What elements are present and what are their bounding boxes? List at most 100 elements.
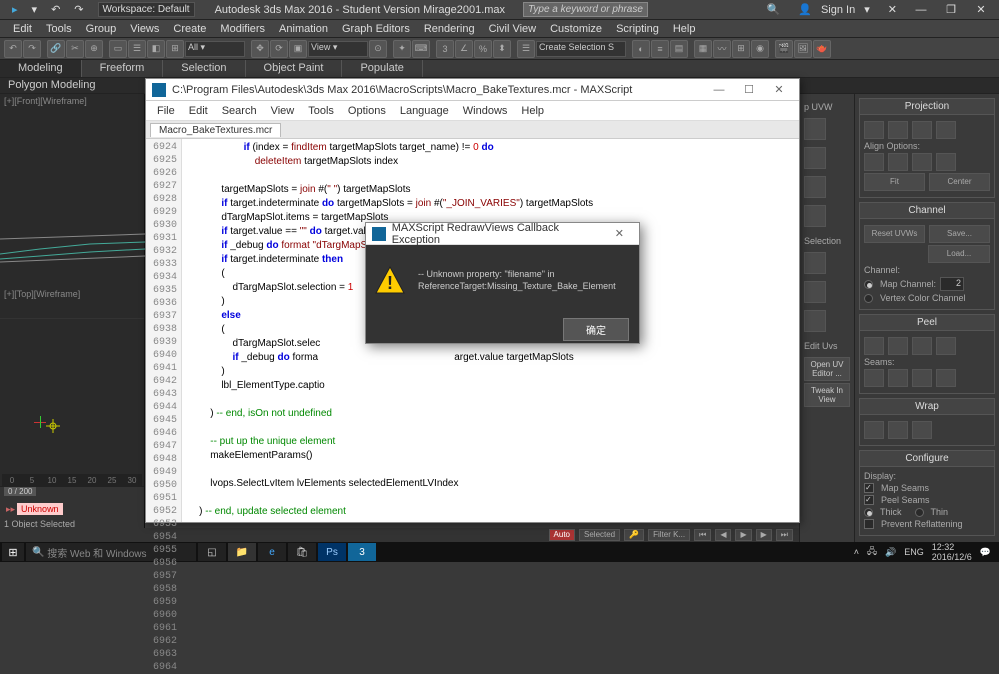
menu-animation[interactable]: Animation [272, 21, 335, 37]
tray-notifications-icon[interactable]: 💬 [980, 547, 991, 558]
vertex-color-radio[interactable] [864, 294, 873, 303]
graphite-button[interactable]: ▦ [694, 40, 712, 58]
seam-3[interactable] [912, 369, 932, 387]
exchange-icon[interactable]: ✕ [882, 1, 903, 18]
tray-volume-icon[interactable]: 🔊 [885, 547, 896, 558]
load-uvw-button[interactable]: Load... [928, 245, 990, 263]
ref-coord[interactable]: View ▾ [308, 41, 368, 57]
keyboard-button[interactable]: ⌨ [412, 40, 430, 58]
taskbar-ps[interactable]: Ps [318, 543, 346, 561]
tray-up-icon[interactable]: ˄ [854, 547, 859, 557]
named-sel-dd[interactable]: Create Selection S [536, 41, 626, 57]
layer-button[interactable]: ▤ [670, 40, 688, 58]
time-slider[interactable]: 0 / 200 [0, 486, 144, 500]
wrap-3[interactable] [912, 421, 932, 439]
menu-tools[interactable]: Tools [39, 21, 79, 37]
qat-open[interactable]: ▾ [26, 1, 44, 18]
timeline-ruler[interactable]: 0 5 10 15 20 25 30 [2, 474, 142, 486]
seam-4[interactable] [936, 369, 956, 387]
select-region-button[interactable]: ◧ [147, 40, 165, 58]
thin-radio[interactable] [915, 508, 924, 517]
taskbar-max[interactable]: 3 [348, 543, 376, 561]
named-sel-button[interactable]: ☰ [517, 40, 535, 58]
error-ok-button[interactable]: 确定 [563, 318, 629, 341]
restore-button[interactable]: ❐ [939, 2, 963, 18]
peel-3[interactable] [912, 337, 932, 355]
scale-button[interactable]: ▣ [289, 40, 307, 58]
render-frame-button[interactable]: 🖼 [794, 40, 812, 58]
keyfilters-button[interactable]: Filter K... [648, 529, 690, 541]
script-menu-windows[interactable]: Windows [456, 103, 515, 119]
script-tab-active[interactable]: Macro_BakeTextures.mcr [150, 123, 281, 137]
menu-civilview[interactable]: Civil View [482, 21, 543, 37]
ribbon-selection[interactable]: Selection [163, 60, 245, 77]
map-channel-spinner[interactable]: 2 [940, 277, 964, 291]
peel-4[interactable] [936, 337, 956, 355]
thick-radio[interactable] [864, 508, 873, 517]
angle-snap-button[interactable]: ∠ [455, 40, 473, 58]
pivot-button[interactable]: ⊙ [369, 40, 387, 58]
align-z[interactable] [912, 153, 932, 171]
redo-button[interactable]: ↷ [23, 40, 41, 58]
selection-filter[interactable]: All ▾ [185, 41, 245, 57]
play-end[interactable]: ⏭ [776, 529, 793, 541]
script-menu-view[interactable]: View [264, 103, 302, 119]
script-titlebar[interactable]: C:\Program Files\Autodesk\3ds Max 2016\M… [146, 79, 799, 101]
ribbon-freeform[interactable]: Freeform [82, 60, 164, 77]
play-start[interactable]: ⏮ [694, 529, 711, 541]
menu-help[interactable]: Help [666, 21, 703, 37]
window-crossing-button[interactable]: ⊞ [166, 40, 184, 58]
wrap-header[interactable]: Wrap [860, 399, 994, 415]
close-button[interactable]: ✕ [969, 2, 993, 18]
qat-undo[interactable]: ↶ [45, 1, 66, 18]
align-y[interactable] [888, 153, 908, 171]
script-menu-file[interactable]: File [150, 103, 182, 119]
ribbon-objectpaint[interactable]: Object Paint [246, 60, 343, 77]
task-view-button[interactable]: ◱ [198, 543, 226, 561]
ribbon-populate[interactable]: Populate [342, 60, 422, 77]
script-minimize-button[interactable]: — [705, 81, 733, 99]
align-x[interactable] [864, 153, 884, 171]
ribbon-modeling[interactable]: Modeling [0, 60, 82, 77]
peel-header[interactable]: Peel [860, 315, 994, 331]
schematic-button[interactable]: ⊞ [732, 40, 750, 58]
bind-button[interactable]: ⊕ [85, 40, 103, 58]
error-titlebar[interactable]: MAXScript RedrawViews Callback Exception… [366, 223, 639, 245]
undo-button[interactable]: ↶ [4, 40, 22, 58]
tweak-in-view-button[interactable]: Tweak In View [804, 383, 850, 407]
seam-2[interactable] [888, 369, 908, 387]
uv-tool-3[interactable] [804, 176, 826, 198]
play-next[interactable]: ▶ [756, 529, 772, 541]
sel-tool-2[interactable] [804, 281, 826, 303]
render-button[interactable]: 🫖 [813, 40, 831, 58]
tray-ime[interactable]: ENG [904, 547, 924, 557]
prevent-reflatten-check[interactable] [864, 519, 874, 529]
wrap-2[interactable] [888, 421, 908, 439]
manipulate-button[interactable]: ✦ [393, 40, 411, 58]
signin-button[interactable]: 👤 Sign In ▾ [792, 1, 876, 18]
center-button[interactable]: Center [929, 173, 990, 191]
script-menu-options[interactable]: Options [341, 103, 393, 119]
menu-views[interactable]: Views [123, 21, 166, 37]
viewport-front-label[interactable]: [+][Front][Wireframe] [4, 96, 87, 106]
sel-tool-1[interactable] [804, 252, 826, 274]
projection-header[interactable]: Projection [860, 99, 994, 115]
script-menu-search[interactable]: Search [215, 103, 264, 119]
script-menu-edit[interactable]: Edit [182, 103, 215, 119]
proj-btn-3[interactable] [912, 121, 932, 139]
uv-tool-2[interactable] [804, 147, 826, 169]
render-setup-button[interactable]: 🎬 [775, 40, 793, 58]
map-seams-check[interactable] [864, 483, 874, 493]
uv-tool-4[interactable] [804, 205, 826, 227]
map-channel-radio[interactable] [864, 280, 873, 289]
percent-snap-button[interactable]: % [474, 40, 492, 58]
proj-btn-2[interactable] [888, 121, 908, 139]
workspace-selector[interactable]: Workspace: Default [98, 2, 195, 17]
open-uv-editor-button[interactable]: Open UV Editor ... [804, 357, 850, 381]
menu-group[interactable]: Group [79, 21, 124, 37]
menu-grapheditors[interactable]: Graph Editors [335, 21, 417, 37]
start-button[interactable]: ⊞ [2, 543, 24, 561]
proj-btn-1[interactable] [864, 121, 884, 139]
save-uvw-button[interactable]: Save... [929, 225, 990, 243]
mirror-button[interactable]: ◐ [632, 40, 650, 58]
